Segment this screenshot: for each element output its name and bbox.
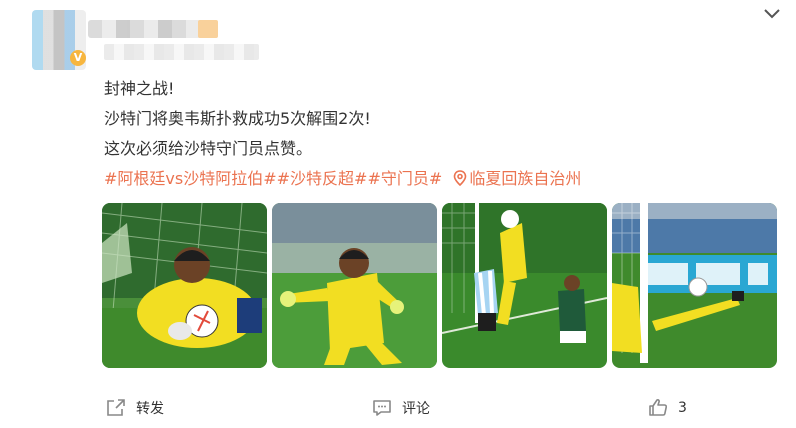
comment-icon	[373, 400, 391, 416]
post-text: 封神之战! 沙特门将奥韦斯扑救成功5次解围2次! 这次必须给沙特守门员点赞。	[104, 74, 744, 164]
post-line: 封神之战!	[104, 79, 175, 98]
post-image-3[interactable]	[442, 203, 607, 368]
goalkeeper-celebration-photo	[272, 203, 437, 368]
action-bar: 转发 评论 3	[0, 392, 796, 428]
location-label: 临夏回族自治州	[469, 169, 582, 188]
post-tags: #阿根廷vs沙特阿拉伯##沙特反超##守门员# 临夏回族自治州	[104, 166, 581, 192]
location-pin-icon	[454, 170, 467, 187]
post-image-2[interactable]	[272, 203, 437, 368]
hashtag-link[interactable]: #守门员#	[367, 169, 442, 188]
comment-button[interactable]: 评论	[372, 398, 430, 418]
username-blurred[interactable]	[88, 20, 218, 38]
post-line: 这次必须给沙特守门员点赞。	[104, 139, 313, 158]
goalkeeper-catch-photo	[442, 203, 607, 368]
hashtag-link[interactable]: #阿根廷vs沙特阿拉伯#	[104, 169, 277, 188]
hashtag-link[interactable]: #沙特反超#	[277, 169, 368, 188]
thumbs-up-icon	[649, 399, 668, 416]
post-meta-blurred	[104, 44, 259, 60]
chevron-down-icon[interactable]	[762, 6, 782, 22]
location-link[interactable]: 临夏回族自治州	[453, 169, 581, 188]
repost-label: 转发	[136, 401, 164, 417]
comment-label: 评论	[402, 401, 430, 417]
post-image-1[interactable]	[102, 203, 267, 368]
like-count: 3	[678, 399, 687, 416]
like-button[interactable]: 3	[648, 398, 687, 417]
goalkeeper-save-photo	[102, 203, 267, 368]
goalkeeper-dive-photo	[612, 203, 777, 368]
verified-badge-icon: V	[70, 50, 86, 66]
post-line: 沙特门将奥韦斯扑救成功5次解围2次!	[104, 109, 371, 128]
image-grid	[102, 203, 777, 368]
repost-button[interactable]: 转发	[106, 398, 164, 418]
post-image-4[interactable]	[612, 203, 777, 368]
share-icon	[107, 399, 125, 416]
